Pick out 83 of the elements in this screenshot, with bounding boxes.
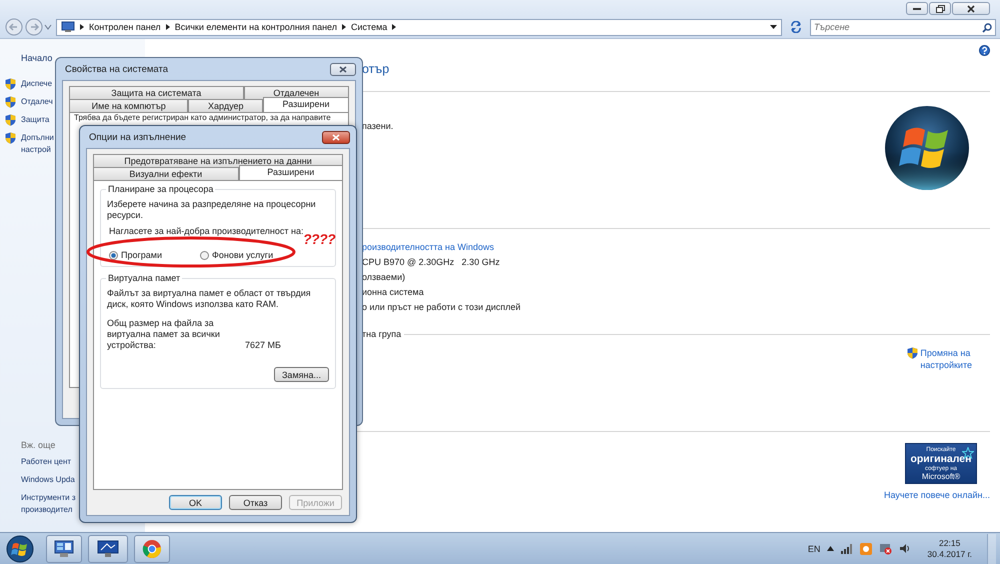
search-icon[interactable]	[982, 22, 992, 32]
help-icon[interactable]	[979, 45, 990, 56]
badge-text: Microsoft®	[922, 473, 960, 481]
radio-button[interactable]	[200, 250, 209, 260]
signal-icon[interactable]	[841, 544, 854, 554]
breadcrumb-item[interactable]: Контролен панел	[89, 22, 161, 32]
arrow-icon	[392, 24, 396, 30]
dialog-button[interactable]: Отказ	[229, 495, 282, 510]
restore-button[interactable]	[929, 2, 951, 15]
tab[interactable]: Хардуер	[188, 99, 264, 112]
spec-text: олзваеми)	[362, 272, 406, 282]
close-button[interactable]	[952, 2, 990, 15]
shield-icon	[5, 78, 16, 90]
tab[interactable]: Разширени	[238, 165, 343, 180]
see-also-heading: Вж. още	[21, 440, 56, 450]
description-text: Файлът за виртуална памет е област от твърдия диск, която Windows използва като RAM.	[107, 288, 312, 310]
restore-icon	[936, 4, 944, 12]
language-indicator[interactable]: EN	[808, 544, 820, 554]
refresh-icon[interactable]	[790, 21, 802, 33]
speaker-icon[interactable]	[899, 543, 910, 554]
close-button[interactable]	[322, 130, 350, 144]
tab[interactable]: Предотвратяване на изпълнението на данни	[93, 154, 343, 167]
group-title: Планиране за процесора	[106, 184, 216, 194]
dialog-button[interactable]: OK	[169, 495, 222, 510]
address-bar[interactable]: Контролен панел Всички елементи на контролния панел Система	[56, 18, 782, 36]
minimize-button[interactable]	[906, 2, 928, 15]
dialog-title: Свойства на системата	[64, 64, 168, 74]
change-button[interactable]: Замяна...	[274, 367, 329, 382]
close-button[interactable]	[330, 62, 356, 76]
control-panel-icon	[61, 21, 75, 33]
spec-text: ионна система	[362, 287, 425, 297]
badge-text: оригинален	[910, 454, 972, 465]
browser-icon	[142, 538, 162, 558]
dialog-title: Опции на изпълнение	[88, 132, 186, 142]
radio-option[interactable]: Програми	[109, 250, 162, 260]
arrow-icon	[342, 24, 346, 30]
caret-icon[interactable]	[827, 546, 834, 551]
size-value: 7627 МБ	[245, 340, 281, 351]
page-heading: отър	[362, 62, 390, 78]
breadcrumb-item[interactable]: Всички елементи на контролния панел	[174, 22, 338, 32]
clock[interactable]: 22:15 30.4.2017 г.	[927, 538, 972, 560]
task-link[interactable]: Защита	[21, 114, 50, 126]
start-button[interactable]	[4, 534, 36, 564]
annotation-text: ????	[303, 231, 336, 247]
history-dropdown-icon[interactable]	[44, 24, 52, 30]
admin-notice-text: Трябва да бъдете регистриран като администратор, за да направите	[73, 113, 332, 123]
minimize-icon	[913, 7, 921, 10]
shield-icon	[907, 347, 918, 359]
arrow-icon	[166, 24, 170, 30]
group-title: Виртуална памет	[106, 273, 182, 283]
tab[interactable]: Визуални ефекти	[93, 167, 238, 180]
task-link[interactable]: Допълни настрой	[21, 132, 54, 156]
tab[interactable]: Име на компютър	[69, 99, 188, 112]
notice-text: пазени.	[362, 121, 394, 133]
close-icon	[339, 66, 347, 72]
arrow-icon	[80, 24, 84, 30]
description-text: Изберете начина за разпределяне на процесорни ресурси.	[107, 199, 317, 221]
breadcrumb-item[interactable]: Система	[351, 22, 388, 32]
radio-option[interactable]: Фонови услуги	[200, 250, 274, 260]
monitor-icon	[97, 540, 119, 558]
network-warning-icon[interactable]	[879, 542, 892, 554]
prompt-text: Нагласете за най-добра производителност на:	[108, 226, 304, 236]
dropdown-icon[interactable]	[770, 24, 777, 30]
section-heading: тна група	[362, 329, 402, 339]
spec-text: CPU B970 @ 2.30GHz 2.30 GHz	[362, 257, 501, 267]
shield-icon	[5, 96, 16, 108]
shield-icon	[5, 114, 16, 126]
tab[interactable]: Разширени	[263, 97, 349, 112]
control-panel-icon	[54, 540, 74, 558]
learn-more-link[interactable]: Научете повече онлайн...	[884, 490, 990, 500]
search-field[interactable]: Търсене	[810, 18, 996, 36]
taskbar-button[interactable]	[88, 534, 128, 562]
rating-link[interactable]: роизводителността на Windows	[362, 242, 990, 252]
tab[interactable]: Защита на системата	[69, 86, 244, 99]
shield-icon	[5, 132, 16, 144]
task-link[interactable]: Отдалеч	[21, 96, 53, 108]
taskbar-button[interactable]	[46, 534, 82, 562]
close-icon	[967, 4, 975, 12]
radio-button[interactable]	[109, 250, 118, 260]
size-label: Общ размер на файла за виртуална памет за всички устройства:	[107, 318, 221, 351]
close-icon	[332, 134, 340, 140]
task-link[interactable]: Диспече	[21, 78, 52, 90]
change-settings-link[interactable]: Промяна на настройките	[920, 347, 972, 371]
